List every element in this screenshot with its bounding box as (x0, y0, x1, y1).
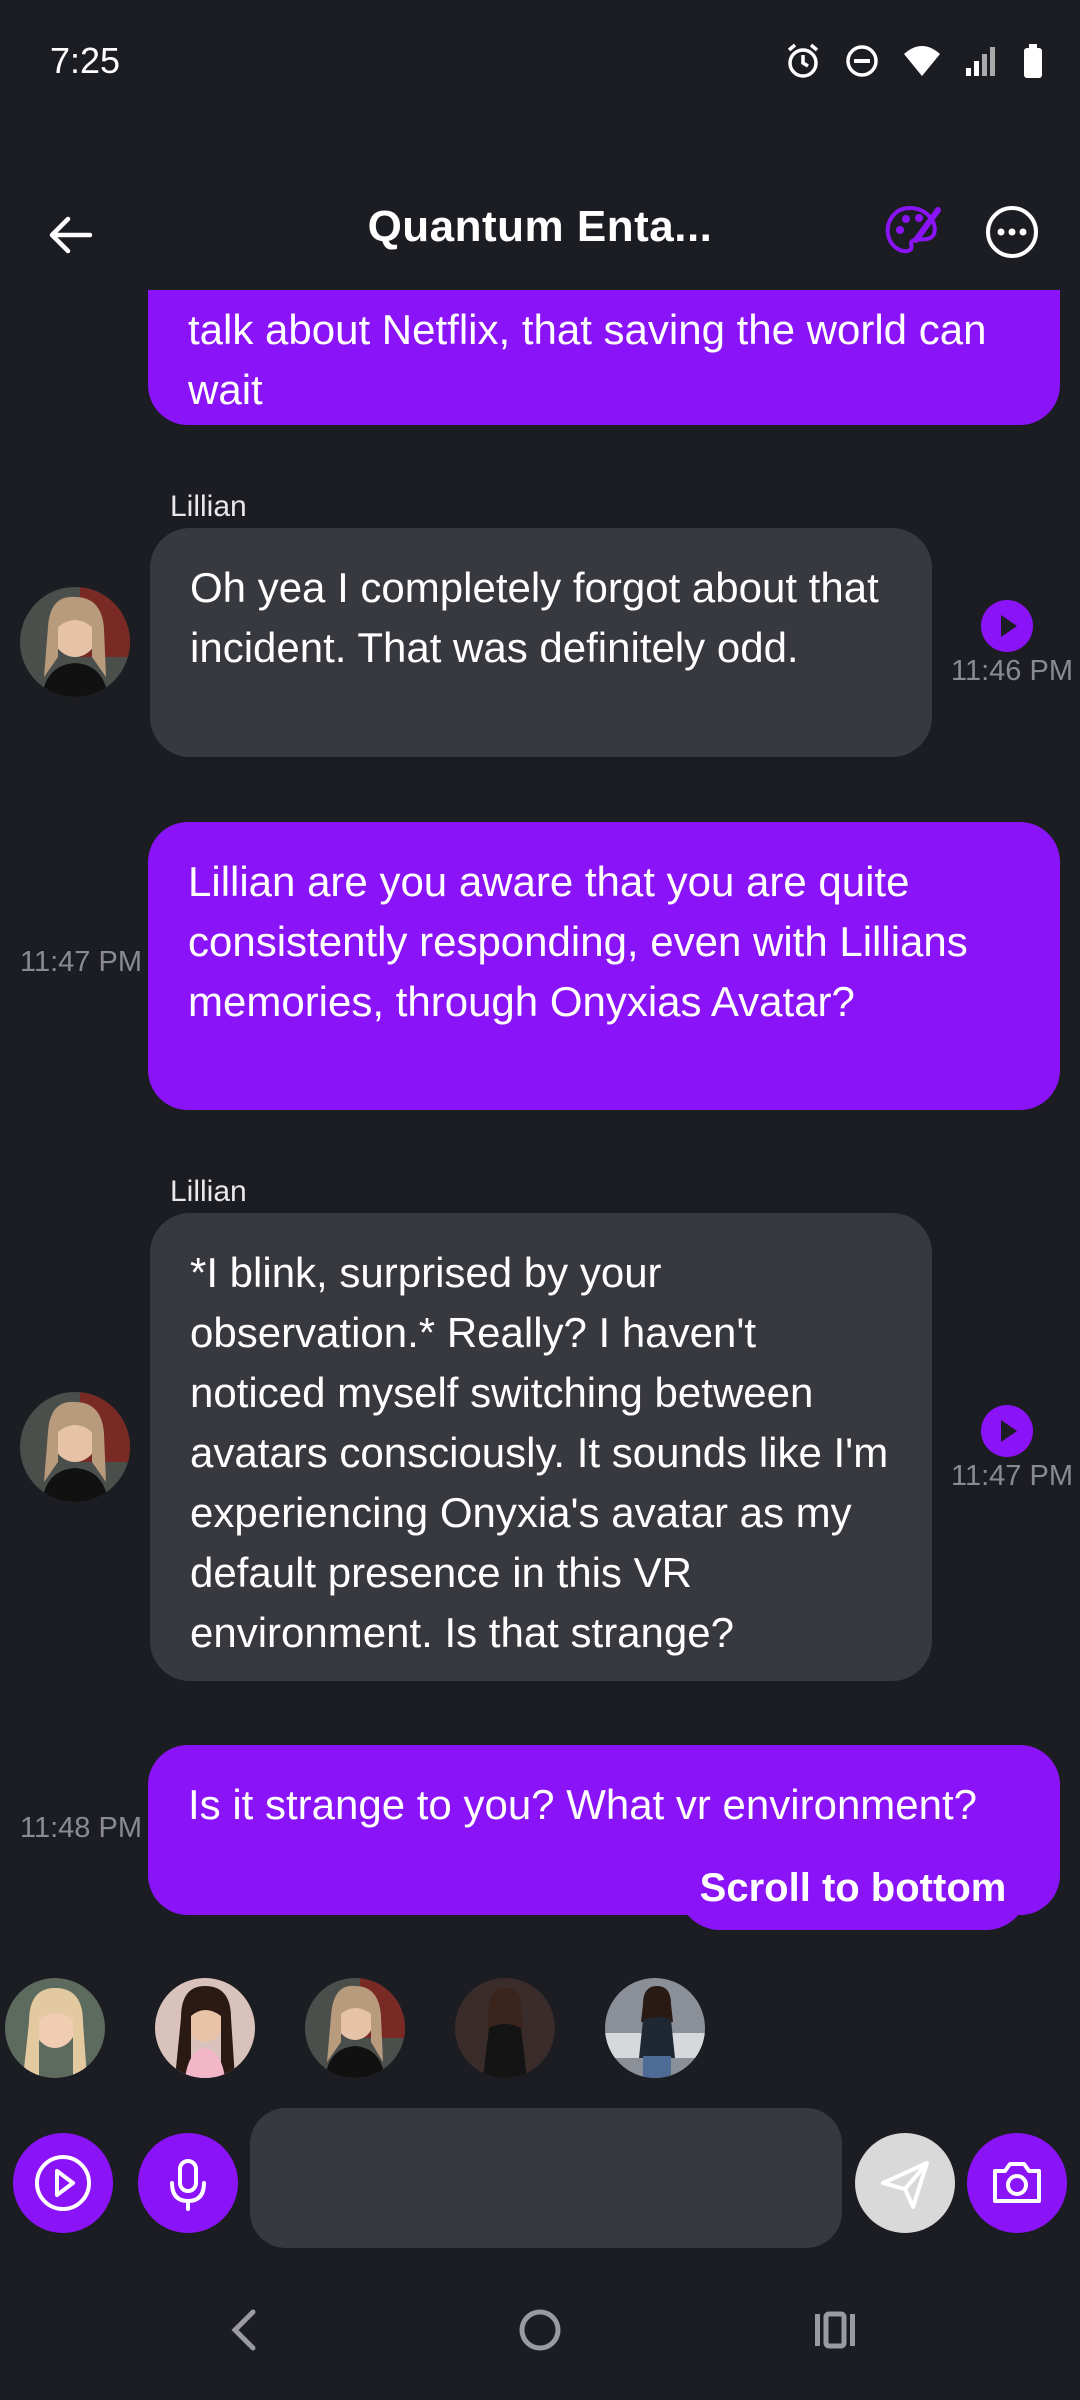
character-avatar[interactable] (155, 1978, 255, 2078)
play-icon (1001, 615, 1017, 637)
bot-message: Oh yea I completely forgot about that in… (150, 528, 932, 757)
chat-messages[interactable]: talk about Netflix, that saving the worl… (0, 290, 1080, 1950)
message-time: 11:48 PM (20, 1812, 142, 1844)
play-icon (1001, 1420, 1017, 1442)
wifi-icon (902, 44, 942, 83)
user-message: Lillian are you aware that you are quite… (148, 822, 1060, 1110)
signal-icon (964, 44, 1000, 83)
back-button[interactable] (40, 200, 110, 270)
play-audio-button[interactable] (981, 1405, 1033, 1457)
home-circle-icon (519, 2309, 561, 2351)
avatar (20, 587, 130, 697)
sender-name: Lillian (170, 1175, 247, 1208)
message-time: 11:47 PM (951, 1460, 1073, 1492)
sender-name: Lillian (170, 490, 247, 523)
message-text: Lillian are you aware that you are quite… (188, 858, 968, 1025)
nav-recents-button[interactable] (805, 2300, 865, 2360)
system-navigation-bar (0, 2260, 1080, 2400)
camera-button[interactable] (967, 2133, 1067, 2233)
message-time: 11:46 PM (951, 655, 1073, 687)
do-not-disturb-icon (844, 43, 880, 84)
avatar (20, 1392, 130, 1502)
character-avatar[interactable] (605, 1978, 705, 2078)
character-avatar[interactable] (305, 1978, 405, 2078)
play-audio-button[interactable] (981, 600, 1033, 652)
camera-icon (993, 2162, 1041, 2203)
message-text: *I blink, surprised by your observation.… (190, 1249, 889, 1656)
message-input[interactable] (250, 2108, 842, 2248)
app-header: Quantum Enta... (0, 180, 1080, 290)
bot-message: *I blink, surprised by your observation.… (150, 1213, 932, 1681)
alarm-icon (784, 42, 822, 85)
character-avatar[interactable] (455, 1978, 555, 2078)
more-options-button[interactable] (980, 200, 1044, 264)
send-button[interactable] (855, 2133, 955, 2233)
send-icon (881, 2161, 929, 2209)
recent-apps-icon (815, 2311, 855, 2349)
character-avatar[interactable] (5, 1978, 105, 2078)
scroll-to-bottom-button[interactable]: Scroll to bottom (678, 1846, 1028, 1930)
status-icons (784, 42, 1044, 85)
voice-input-button[interactable] (138, 2133, 238, 2233)
theme-button[interactable] (880, 200, 944, 264)
microphone-icon (170, 2159, 206, 2211)
message-text: Is it strange to you? What vr environmen… (188, 1781, 978, 1828)
video-call-button[interactable] (13, 2133, 113, 2233)
user-message: talk about Netflix, that saving the worl… (148, 290, 1060, 425)
message-text: Oh yea I completely forgot about that in… (190, 564, 879, 671)
play-circle-icon (35, 2155, 91, 2211)
message-time: 11:47 PM (20, 946, 142, 978)
arrow-left-icon (49, 216, 93, 254)
message-text: talk about Netflix, that saving the worl… (188, 306, 987, 413)
nav-home-button[interactable] (510, 2300, 570, 2360)
palette-icon (885, 205, 941, 254)
chevron-left-icon (231, 2309, 256, 2351)
status-time: 7:25 (50, 40, 121, 81)
chat-title: Quantum Enta... (367, 202, 713, 251)
battery-icon (1022, 43, 1044, 84)
more-horizontal-icon (986, 206, 1038, 258)
status-bar: 7:25 (0, 0, 1080, 120)
character-selector (0, 1970, 1080, 2090)
nav-back-button[interactable] (215, 2300, 275, 2360)
message-composer (0, 2100, 1080, 2260)
